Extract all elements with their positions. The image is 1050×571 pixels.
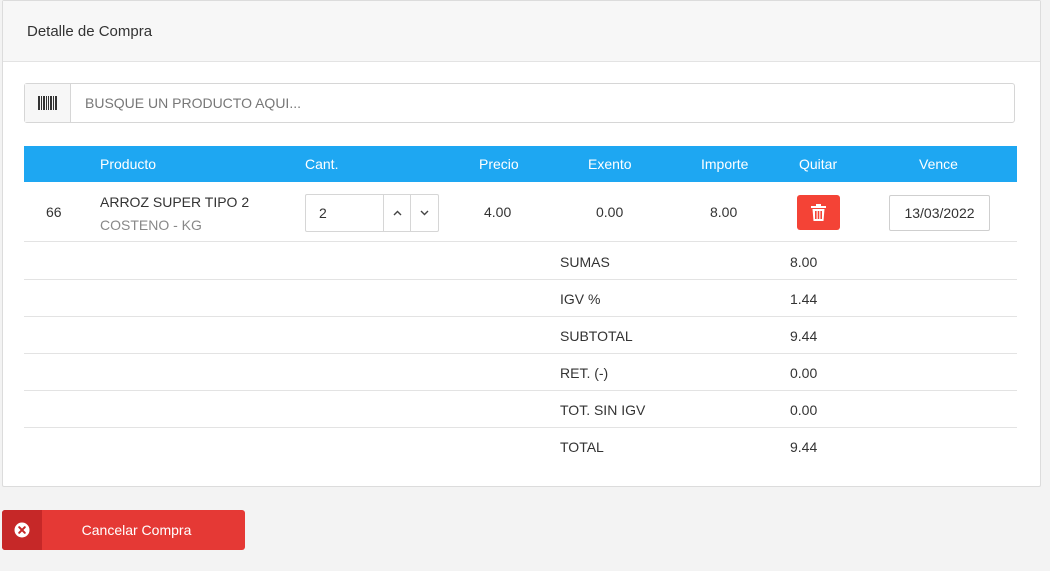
col-header-vence: Vence xyxy=(919,156,958,172)
table-row: 66 ARROZ SUPER TIPO 2 COSTENO - KG 4.00 … xyxy=(24,182,1017,242)
summary-value: 0.00 xyxy=(790,402,818,418)
times-circle-icon xyxy=(2,510,42,550)
price-value: 4.00 xyxy=(484,204,512,220)
summary-row-total: TOTAL 9.44 xyxy=(24,428,1017,465)
col-header-importe: Importe xyxy=(701,156,749,172)
col-header-exento: Exento xyxy=(588,156,632,172)
col-header-precio: Precio xyxy=(479,156,519,172)
summary-label: TOT. SIN IGV xyxy=(560,402,646,418)
summary-row-ret: RET. (-) 0.00 xyxy=(24,354,1017,391)
summary-value: 0.00 xyxy=(790,365,818,381)
product-search xyxy=(24,83,1015,123)
col-header-producto: Producto xyxy=(100,156,157,172)
barcode-icon[interactable] xyxy=(25,84,71,122)
summary-value: 1.44 xyxy=(790,291,818,307)
summary-value: 8.00 xyxy=(790,254,818,270)
importe-value: 8.00 xyxy=(710,204,738,220)
col-header-cant: Cant. xyxy=(305,156,339,172)
summary-value: 9.44 xyxy=(790,439,818,455)
panel-title: Detalle de Compra xyxy=(3,1,1040,62)
cancel-purchase-label: Cancelar Compra xyxy=(81,522,192,538)
increment-button[interactable] xyxy=(384,195,411,231)
summary-row-subtotal: SUBTOTAL 9.44 xyxy=(24,317,1017,354)
quantity-stepper xyxy=(305,194,439,232)
summary-label: SUBTOTAL xyxy=(560,328,633,344)
summary-row-tot-sin-igv: TOT. SIN IGV 0.00 xyxy=(24,391,1017,428)
trash-icon xyxy=(811,204,826,221)
summary-label: TOTAL xyxy=(560,439,604,455)
product-subtitle: COSTENO - KG xyxy=(100,217,202,233)
chevron-up-icon xyxy=(393,210,401,216)
decrement-button[interactable] xyxy=(411,195,438,231)
exento-value: 0.00 xyxy=(596,204,624,220)
cancel-purchase-button[interactable]: Cancelar Compra xyxy=(2,510,245,550)
summary-value: 9.44 xyxy=(790,328,818,344)
summary-label: SUMAS xyxy=(560,254,610,270)
summary-label: RET. (-) xyxy=(560,365,609,381)
expiry-date-input[interactable] xyxy=(889,195,990,231)
summary-row-igv: IGV % 1.44 xyxy=(24,280,1017,317)
remove-item-button[interactable] xyxy=(797,195,840,230)
product-name: ARROZ SUPER TIPO 2 xyxy=(100,194,250,210)
col-header-quitar: Quitar xyxy=(799,156,838,172)
summary-label: IGV % xyxy=(560,291,601,307)
summary-row-sumas: SUMAS 8.00 xyxy=(24,243,1017,280)
quantity-input[interactable] xyxy=(306,195,384,231)
row-id: 66 xyxy=(46,204,62,220)
search-input[interactable] xyxy=(71,84,1014,122)
chevron-down-icon xyxy=(420,210,429,216)
table-header: Producto Cant. Precio Exento Importe Qui… xyxy=(24,146,1017,182)
